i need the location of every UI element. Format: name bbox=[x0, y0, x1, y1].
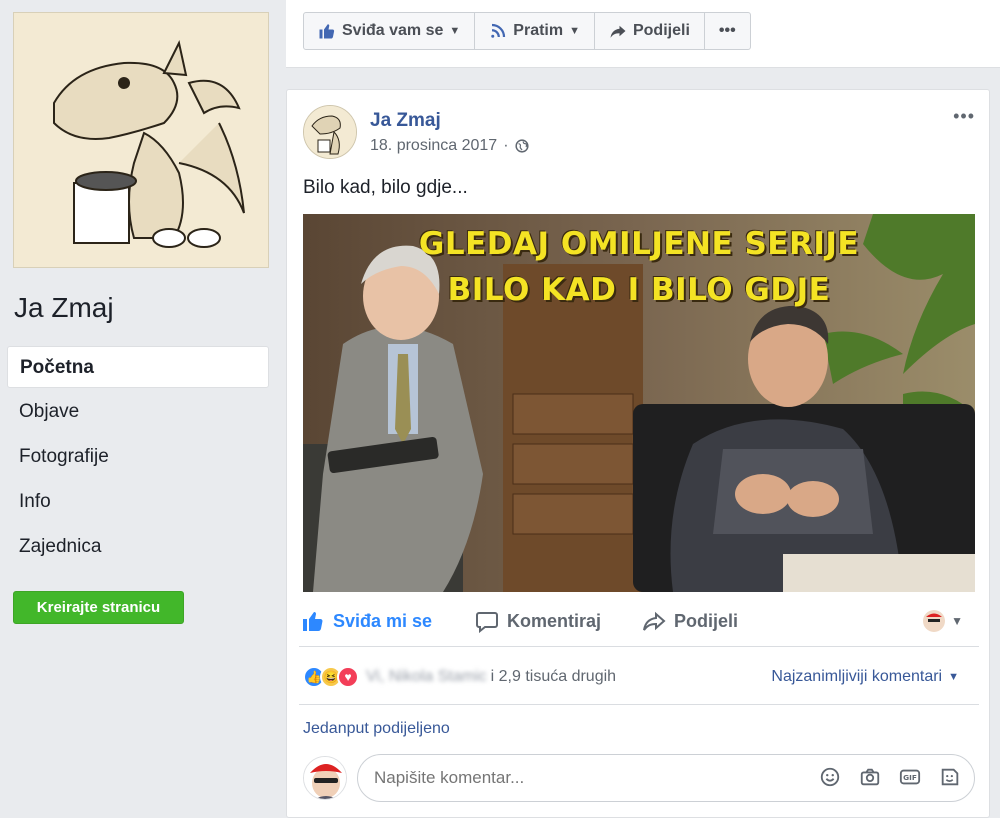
page-like-button[interactable]: Sviđa vam se ▼ bbox=[304, 13, 476, 49]
photo-illustration bbox=[303, 214, 975, 592]
svg-text:GIF: GIF bbox=[903, 773, 917, 782]
share-arrow-icon bbox=[643, 611, 666, 631]
globe-icon bbox=[514, 139, 529, 153]
image-headline-line-1: GLEDAJ OMILJENE SERIJE bbox=[418, 226, 860, 262]
post-options-icon[interactable]: ••• bbox=[953, 106, 975, 127]
page-like-label: Sviđa vam se bbox=[342, 22, 444, 39]
thumbs-up-icon bbox=[319, 24, 335, 39]
page-profile-picture[interactable] bbox=[13, 12, 269, 268]
sticker-icon[interactable] bbox=[939, 766, 961, 788]
page-nav: Početna Objave Fotografije Info Zajednic… bbox=[7, 346, 269, 571]
reaction-icons[interactable]: 👍 😆 ♥ bbox=[303, 666, 359, 688]
caret-down-icon: ▼ bbox=[449, 25, 461, 37]
emoji-icon[interactable] bbox=[819, 766, 841, 788]
thumbs-up-icon bbox=[303, 612, 323, 632]
user-avatar-icon bbox=[304, 757, 346, 799]
comment-tools: GIF bbox=[819, 766, 961, 788]
page-share-label: Podijeli bbox=[632, 22, 690, 39]
dot-separator: · bbox=[503, 137, 509, 154]
page-name[interactable]: Ja Zmaj bbox=[14, 292, 114, 324]
comment-button[interactable]: Komentiraj bbox=[475, 609, 601, 633]
create-page-button[interactable]: Kreirajte stranicu bbox=[13, 591, 184, 624]
love-reaction-icon: ♥ bbox=[337, 666, 359, 688]
nav-item-fotografije[interactable]: Fotografije bbox=[7, 436, 269, 478]
share-post-button[interactable]: Podijeli bbox=[642, 609, 738, 633]
page-actions-group: Sviđa vam se ▼ Pratim ▼ Podijeli ••• bbox=[303, 12, 751, 50]
caret-down-icon: ▼ bbox=[948, 671, 959, 683]
comment-composer: GIF bbox=[303, 754, 975, 802]
user-avatar-icon bbox=[923, 610, 946, 632]
nav-item-zajednica[interactable]: Zajednica bbox=[7, 526, 269, 568]
left-column: Ja Zmaj Početna Objave Fotografije Info … bbox=[0, 0, 285, 818]
gif-icon[interactable]: GIF bbox=[899, 766, 921, 788]
comment-sort-selector[interactable]: Najzanimljiviji komentari ▼ bbox=[771, 668, 959, 686]
nav-item-pocetna[interactable]: Početna bbox=[7, 346, 269, 388]
image-headline-line-2: BILO KAD I BILO GDJE bbox=[447, 272, 831, 308]
page-action-bar: Sviđa vam se ▼ Pratim ▼ Podijeli ••• bbox=[286, 0, 1000, 68]
dragon-illustration-icon bbox=[14, 13, 268, 267]
follow-button[interactable]: Pratim ▼ bbox=[475, 13, 595, 49]
post-author-name[interactable]: Ja Zmaj bbox=[370, 110, 441, 132]
post-author-avatar[interactable] bbox=[303, 105, 357, 159]
like-post-button[interactable]: Sviđa mi se bbox=[301, 609, 432, 633]
reaction-names[interactable]: Vi, Nikola Stamic bbox=[366, 668, 487, 686]
nav-item-objave[interactable]: Objave bbox=[7, 391, 269, 433]
more-dots-icon: ••• bbox=[718, 22, 736, 39]
divider bbox=[299, 646, 979, 647]
post-card: Ja Zmaj 18. prosinca 2017 · ••• Bilo kad… bbox=[286, 89, 990, 818]
follow-label: Pratim bbox=[513, 22, 564, 39]
reaction-others-count[interactable]: i 2,9 tisuća drugih bbox=[491, 668, 616, 686]
caret-down-icon: ▼ bbox=[569, 25, 580, 37]
post-timestamp[interactable]: 18. prosinca 2017 · bbox=[370, 137, 529, 155]
post-actions-bar: Sviđa mi se Komentiraj Podijeli ▼ bbox=[287, 598, 991, 644]
comment-sort-label: Najzanimljiviji komentari bbox=[771, 668, 943, 685]
shared-count-link[interactable]: Jedanput podijeljeno bbox=[303, 720, 450, 738]
post-as-selector[interactable]: ▼ bbox=[923, 610, 963, 632]
current-user-avatar[interactable] bbox=[303, 756, 347, 800]
like-post-label: Sviđa mi se bbox=[333, 610, 433, 631]
share-arrow-icon bbox=[610, 25, 626, 38]
post-date-text: 18. prosinca 2017 bbox=[370, 137, 498, 154]
page-share-button[interactable]: Podijeli bbox=[595, 13, 705, 49]
camera-icon[interactable] bbox=[859, 766, 881, 788]
comment-label: Komentiraj bbox=[507, 610, 602, 631]
post-image[interactable]: GLEDAJ OMILJENE SERIJE BILO KAD I BILO G… bbox=[303, 214, 975, 592]
more-options-button[interactable]: ••• bbox=[705, 13, 750, 49]
comment-bubble-icon bbox=[476, 612, 498, 633]
nav-item-info[interactable]: Info bbox=[7, 481, 269, 523]
divider bbox=[299, 704, 979, 705]
reactions-summary: 👍 😆 ♥ Vi, Nikola Stamic i 2,9 tisuća dru… bbox=[303, 664, 975, 690]
caret-down-icon: ▼ bbox=[951, 614, 963, 628]
post-text: Bilo kad, bilo gdje... bbox=[303, 177, 468, 198]
dragon-avatar-icon bbox=[304, 106, 356, 158]
rss-icon bbox=[491, 23, 506, 38]
share-post-label: Podijeli bbox=[674, 610, 739, 631]
